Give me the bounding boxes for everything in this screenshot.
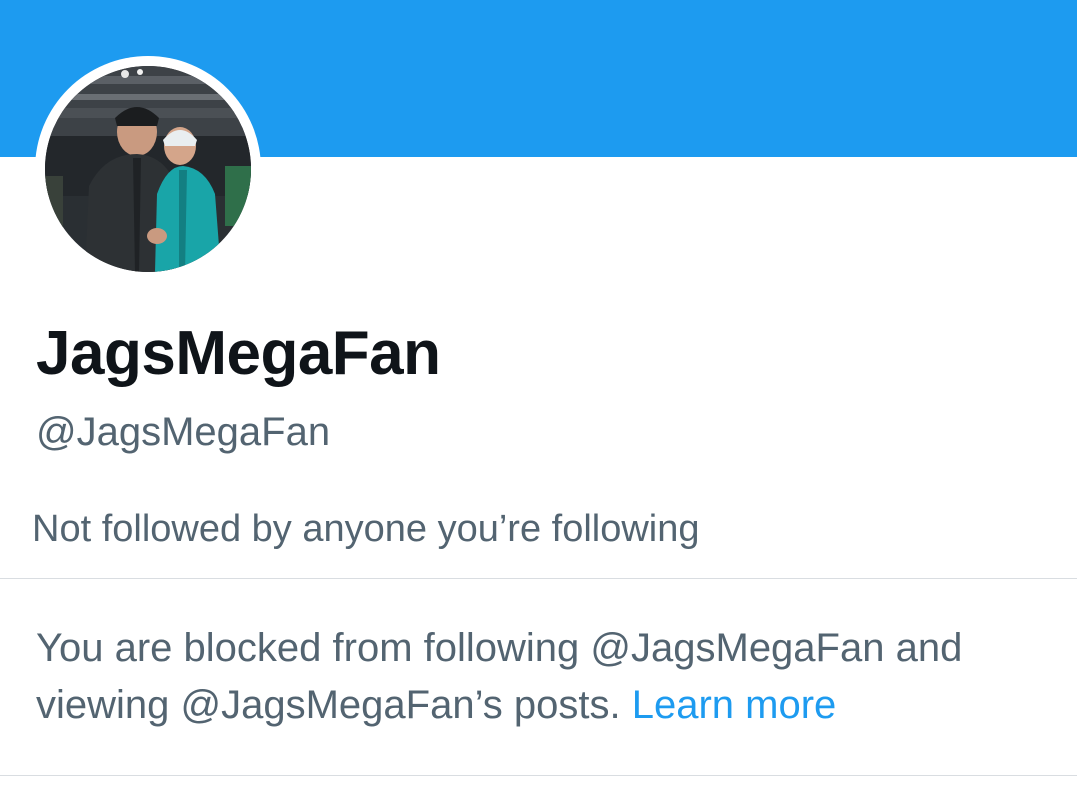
profile-page: JagsMegaFan @JagsMegaFan Not followed by… xyxy=(0,0,1077,808)
followers-you-know-text[interactable]: Not followed by anyone you’re following xyxy=(32,505,700,553)
blocked-notice-line-2: viewing @JagsMegaFan’s posts. xyxy=(36,683,621,727)
blocked-notice: You are blocked from following @JagsMega… xyxy=(36,620,1056,734)
avatar-photo xyxy=(45,66,251,272)
divider xyxy=(0,578,1077,579)
blocked-notice-line-1: You are blocked from following @JagsMega… xyxy=(36,626,963,670)
profile-avatar[interactable] xyxy=(35,56,261,282)
divider xyxy=(0,775,1077,776)
profile-handle: @JagsMegaFan xyxy=(36,410,331,454)
learn-more-link[interactable]: Learn more xyxy=(632,683,837,727)
profile-display-name: JagsMegaFan xyxy=(36,319,441,388)
